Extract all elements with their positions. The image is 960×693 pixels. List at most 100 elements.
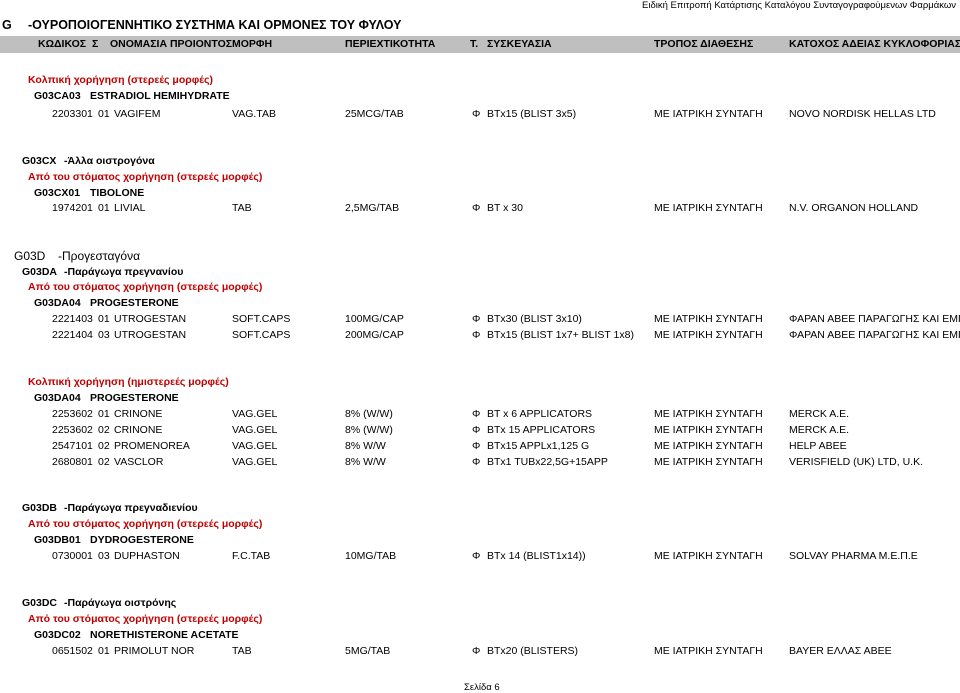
product-holder: HELP ABEE [789,440,847,452]
product-t: Φ [472,329,481,341]
product-content: 200MG/CAP [345,329,404,341]
product-dispense: ΜΕ ΙΑΤΡΙΚΗ ΣΥΝΤΑΓΗ [654,202,763,214]
product-dispense: ΜΕ ΙΑΤΡΙΚΗ ΣΥΝΤΑΓΗ [654,645,763,657]
product-code: 2203301 [52,108,93,120]
product-content: 2,5MG/TAB [345,202,400,214]
section-code: G [2,18,12,32]
product-content: 100MG/CAP [345,313,404,325]
col-dispense: ΤΡΟΠΟΣ ΔΙΑΘΕΣΗΣ [654,38,754,50]
group-name: -Παράγωγα οιστρόνης [64,597,177,609]
product-s: 02 [98,440,110,452]
atc-code: G03D [14,249,46,263]
product-form: VAG.GEL [232,408,278,420]
product-dispense: ΜΕ ΙΑΤΡΙΚΗ ΣΥΝΤΑΓΗ [654,313,763,325]
product-package: BT x 6 APPLICATORS [487,408,593,420]
group-name: -Παράγωγα πρεγναδιενίου [64,502,198,514]
route-label: Από του στόματος χορήγηση (στερεές μορφέ… [28,613,263,625]
product-t: Φ [472,108,481,120]
substance-name: ESTRADIOL HEMIHYDRATE [90,90,230,102]
product-name: VAGIFEM [114,108,161,120]
product-package: BTx30 (BLIST 3x10) [487,313,582,325]
product-content: 25MCG/TAB [345,108,404,120]
product-package: BTx15 (BLIST 1x7+ BLIST 1x8) [487,329,634,341]
product-t: Φ [472,424,481,436]
product-s: 02 [98,424,110,436]
product-package: BTx20 (BLISTERS) [487,645,579,657]
route-label: Κολπική χορήγηση (ημιστερεές μορφές) [28,376,229,388]
product-holder: NOVO NORDISK HELLAS LTD [789,108,936,120]
product-form: VAG.GEL [232,440,278,452]
product-code: 2253602 [52,408,93,420]
product-dispense: ΜΕ ΙΑΤΡΙΚΗ ΣΥΝΤΑΓΗ [654,329,763,341]
product-package: BTx 14 (BLIST1x14)) [487,550,586,562]
product-name: UTROGESTAN [114,313,187,325]
group-name: -Παράγωγα πρεγνανίου [64,266,184,278]
product-dispense: ΜΕ ΙΑΤΡΙΚΗ ΣΥΝΤΑΓΗ [654,424,763,436]
substance-name: DYDROGESTERONE [90,534,194,546]
product-form: TAB [232,202,252,214]
col-code: ΚΩΔΙΚΟΣ [38,38,87,50]
product-package: BTx 15 APPLICATORS [487,424,596,436]
product-holder: SOLVAY PHARMA Μ.Ε.Π.Ε [789,550,918,562]
product-dispense: ΜΕ ΙΑΤΡΙΚΗ ΣΥΝΤΑΓΗ [654,440,763,452]
group-name: -Άλλα οιστρογόνα [64,155,155,167]
product-t: Φ [472,550,481,562]
product-content: 8% W/W [345,440,386,452]
product-name: PROMENOREA [114,440,190,452]
product-name: VASCLOR [114,456,164,468]
col-holder: ΚΑΤΟΧΟΣ ΑΔΕΙΑΣ ΚΥΚΛΟΦΟΡΙΑΣ [789,38,960,50]
product-name: PRIMOLUT NOR [114,645,195,657]
product-holder: BAYER ΕΛΛΑΣ ΑΒΕΕ [789,645,892,657]
product-dispense: ΜΕ ΙΑΤΡΙΚΗ ΣΥΝΤΑΓΗ [654,550,763,562]
product-holder: N.V. ORGANON HOLLAND [789,202,919,214]
product-form: VAG.GEL [232,424,278,436]
product-dispense: ΜΕ ΙΑΤΡΙΚΗ ΣΥΝΤΑΓΗ [654,456,763,468]
product-content: 10MG/TAB [345,550,397,562]
product-s: 01 [98,645,110,657]
product-form: VAG.TAB [232,108,276,120]
product-s: 01 [98,313,110,325]
product-s: 01 [98,108,110,120]
substance-name: PROGESTERONE [90,392,179,404]
product-t: Φ [472,313,481,325]
atc-code: G03DC02 [34,629,81,641]
product-code: 2221403 [52,313,93,325]
product-name: LIVIAL [114,202,146,214]
col-name: ΟΝΟΜΑΣΙΑ ΠΡΟΙΟΝΤΟΣ [110,38,233,50]
product-dispense: ΜΕ ΙΑΤΡΙΚΗ ΣΥΝΤΑΓΗ [654,108,763,120]
product-content: 8% W/W [345,456,386,468]
product-holder: MERCK A.E. [789,408,850,420]
product-s: 02 [98,456,110,468]
product-dispense: ΜΕ ΙΑΤΡΙΚΗ ΣΥΝΤΑΓΗ [654,408,763,420]
substance-name: NORETHISTERONE ACETATE [90,629,239,641]
product-package: BT x 30 [487,202,523,214]
product-s: 03 [98,329,110,341]
atc-code: G03DB [22,502,58,514]
product-form: TAB [232,645,252,657]
product-s: 03 [98,550,110,562]
product-name: CRINONE [114,408,163,420]
atc-code: G03DC [22,597,58,609]
section-title: -ΟΥΡΟΠΟΙΟΓΕΝΝΗΤΙΚΟ ΣΥΣΤΗΜΑ ΚΑΙ ΟΡΜΟΝΕΣ Τ… [28,18,402,32]
product-name: DUPHASTON [114,550,180,562]
route-label: Κολπική χορήγηση (στερεές μορφές) [28,74,213,86]
atc-code: G03DA [22,266,58,278]
product-holder: MERCK A.E. [789,424,850,436]
product-form: F.C.TAB [232,550,271,562]
col-package: ΣΥΣΚΕΥΑΣΙΑ [487,38,552,50]
product-holder: VERISFIELD (UK) LTD, U.K. [789,456,923,468]
substance-name: PROGESTERONE [90,297,179,309]
product-code: 0730001 [52,550,93,562]
atc-code: G03DB01 [34,534,81,546]
product-package: BTx1 TUBx22,5G+15APP [487,456,608,468]
product-form: SOFT.CAPS [232,313,291,325]
page-number: Σελίδα 6 [464,682,500,693]
route-label: Από του στόματος χορήγηση (στερεές μορφέ… [28,171,263,183]
substance-name: TIBOLONE [90,187,145,199]
route-label: Από του στόματος χορήγηση (στερεές μορφέ… [28,281,263,293]
product-name: UTROGESTAN [114,329,187,341]
product-t: Φ [472,202,481,214]
product-name: CRINONE [114,424,163,436]
product-t: Φ [472,456,481,468]
product-s: 01 [98,408,110,420]
